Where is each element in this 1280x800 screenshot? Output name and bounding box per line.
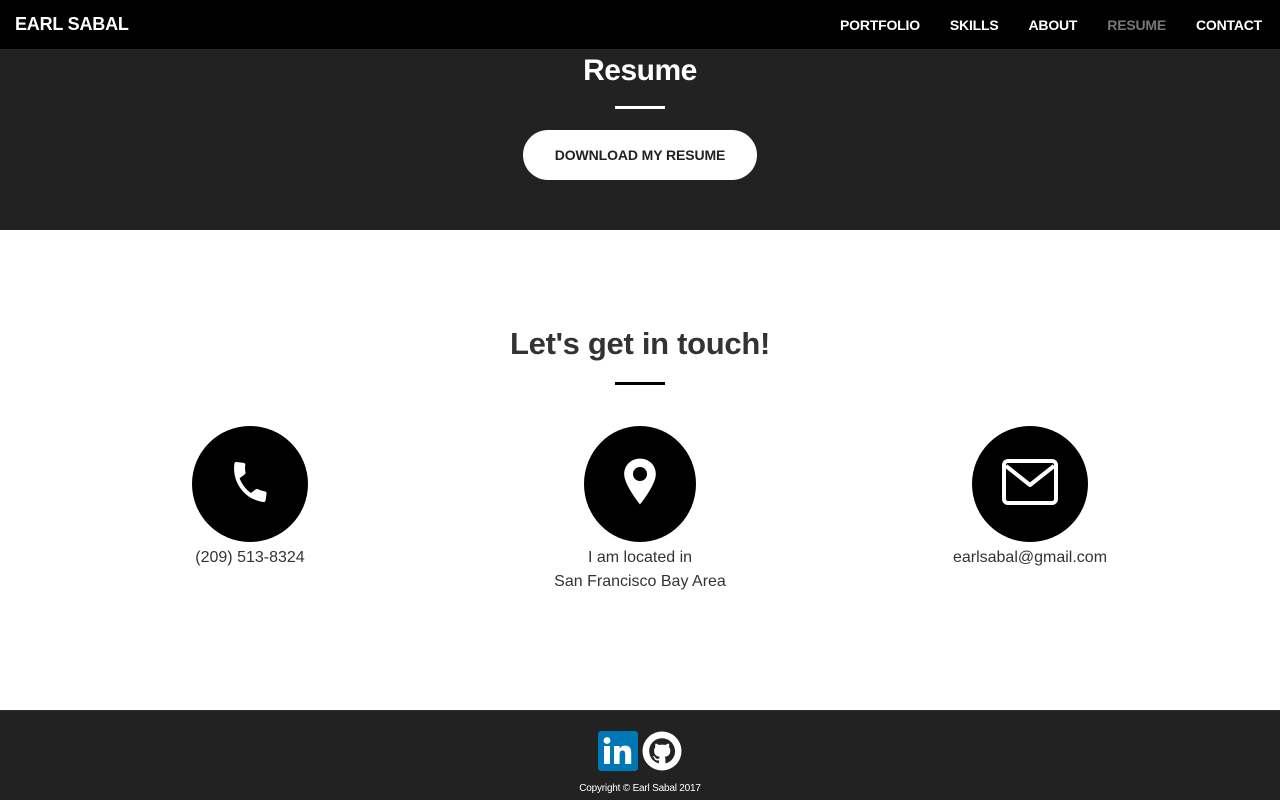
top-navbar: EARL SABAL PORTFOLIO SKILLS ABOUT RESUME…: [0, 0, 1280, 50]
envelope-icon: [1001, 458, 1059, 511]
resume-divider: [615, 106, 665, 109]
contact-heading: Let's get in touch!: [510, 326, 770, 361]
brand-logo-link[interactable]: EARL SABAL: [15, 14, 129, 35]
contact-divider: [615, 382, 665, 385]
phone-icon-circle: [192, 426, 308, 542]
phone-number: (209) 513-8324: [195, 549, 305, 566]
nav-link-portfolio[interactable]: PORTFOLIO: [840, 17, 920, 33]
download-resume-button[interactable]: DOWNLOAD MY RESUME: [523, 130, 757, 180]
social-links: [0, 731, 1280, 771]
resume-heading: Resume: [583, 54, 697, 87]
location-line-2: San Francisco Bay Area: [554, 573, 726, 590]
location-line-1: I am located in: [587, 549, 693, 566]
nav-link-contact[interactable]: CONTACT: [1196, 17, 1262, 33]
contact-phone: (209) 513-8324: [100, 426, 400, 570]
email-icon-circle: [972, 426, 1088, 542]
footer: Copyright © Earl Sabal 2017: [0, 710, 1280, 800]
contact-section: Let's get in touch! (209) 513-8324 I am …: [0, 230, 1280, 710]
nav-link-resume[interactable]: RESUME: [1107, 17, 1166, 33]
location-icon-circle: [584, 426, 696, 542]
linkedin-link[interactable]: [598, 731, 638, 771]
contact-email: earlsabal@gmail.com: [880, 426, 1180, 570]
contact-location: I am located in San Francisco Bay Area: [490, 426, 790, 594]
nav-links: PORTFOLIO SKILLS ABOUT RESUME CONTACT: [840, 17, 1265, 33]
resume-section: Resume DOWNLOAD MY RESUME: [0, 50, 1280, 230]
email-link[interactable]: earlsabal@gmail.com: [880, 546, 1180, 570]
phone-icon: [226, 458, 274, 511]
linkedin-icon: [598, 731, 638, 771]
github-icon: [642, 731, 682, 771]
copyright-text: Copyright © Earl Sabal 2017: [579, 783, 701, 794]
nav-link-about[interactable]: ABOUT: [1029, 17, 1078, 33]
nav-link-skills[interactable]: SKILLS: [950, 17, 999, 33]
github-link[interactable]: [642, 731, 682, 771]
map-pin-icon: [620, 457, 660, 512]
